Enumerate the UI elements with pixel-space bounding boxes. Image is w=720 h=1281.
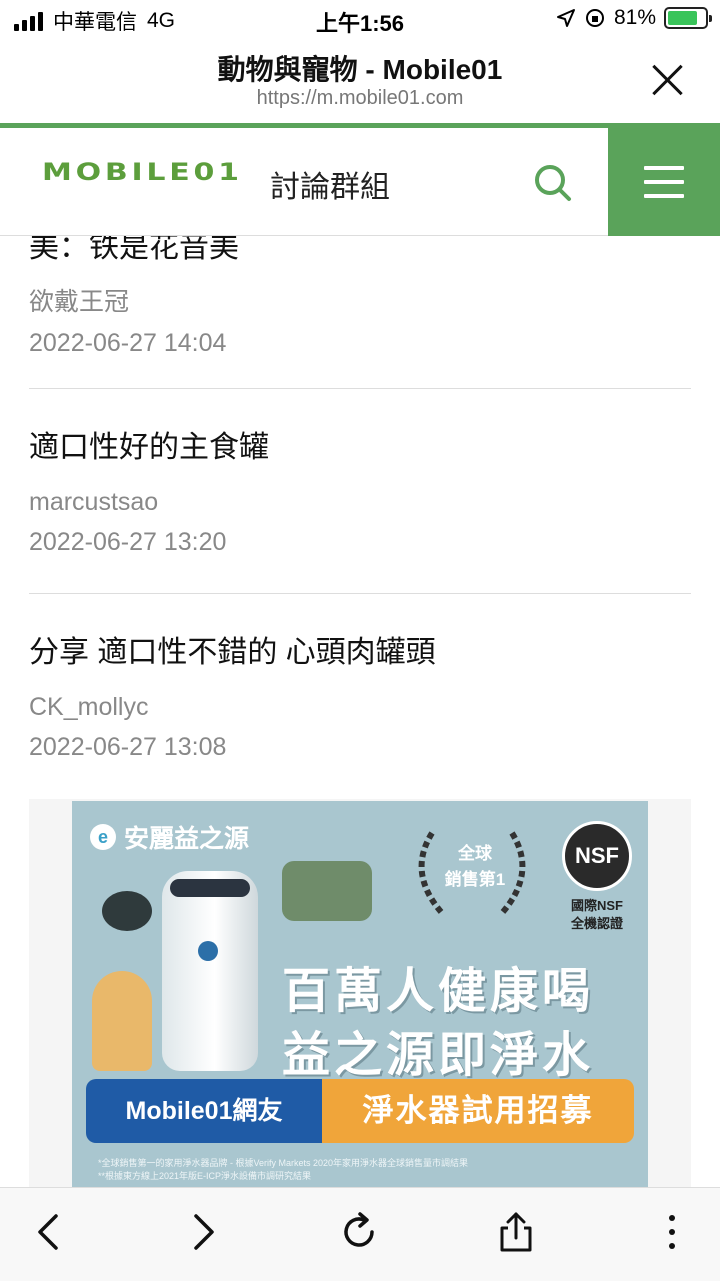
list-item[interactable]: 美：铁是花音美 (29, 236, 691, 266)
ad-banner[interactable]: e 安麗益之源 全球 銷售第1 NSF 國際NSF 全機認證 百萬人健康喝 益之… (72, 801, 648, 1187)
site-logo[interactable]: MOBILE01 (42, 158, 239, 186)
post-date: 2022-06-27 14:04 (29, 329, 227, 357)
orientation-lock-icon (585, 9, 604, 27)
status-bar: 中華電信 4G 上午1:56 81% (0, 0, 720, 40)
url-bar: 動物與寵物 - Mobile01 https://m.mobile01.com (0, 40, 720, 124)
brand-logo-icon: e (90, 824, 116, 850)
nsf-caption: 國際NSF 全機認證 (570, 898, 623, 931)
ad-fine-print-1: *全球銷售第一的家用淨水器品牌 - 根據Verify Markets 2020年… (98, 1158, 469, 1168)
ad-laurel-text: 全球 銷售第1 (444, 844, 506, 889)
post-title[interactable]: 適口性好的主食罐 (29, 422, 691, 466)
ad-headline-2: 益之源即淨水 (282, 1029, 595, 1082)
people-illustration (92, 971, 152, 1071)
post-title[interactable]: 分享 適口性不錯的 心頭肉罐頭 (29, 627, 691, 671)
page-title: 動物與寵物 - Mobile01 (217, 54, 503, 85)
divider (29, 388, 691, 389)
hamburger-icon-bar (644, 180, 684, 184)
hamburger-icon-bar (644, 194, 684, 198)
post-author[interactable]: 欲戴王冠 (29, 282, 691, 318)
ad-brand-name: 安麗益之源 (124, 825, 250, 853)
list-item[interactable]: 分享 適口性不錯的 心頭肉罐頭 CK_mollyc 2022-06-27 13:… (29, 627, 691, 762)
section-title[interactable]: 討論群組 (270, 162, 390, 206)
browser-toolbar (0, 1187, 720, 1281)
ad-banner-right: 淨水器試用招募 (322, 1079, 634, 1143)
more-icon[interactable] (650, 1210, 694, 1254)
site-header: MOBILE01 討論群組 (0, 128, 720, 236)
pet-illustration (102, 891, 152, 931)
divider (29, 593, 691, 594)
list-item-meta: 欲戴王冠 2022-06-27 14:04 (29, 282, 691, 358)
close-icon[interactable] (650, 62, 686, 98)
reload-icon[interactable] (338, 1210, 382, 1254)
ad-fine-print-2: **根據東方線上2021年版E-ICP淨水設備市調研究結果 (98, 1171, 312, 1181)
search-icon[interactable] (530, 160, 574, 204)
location-icon (556, 9, 575, 27)
nsf-badge: NSF (562, 821, 632, 891)
water-purifier-image (162, 871, 258, 1071)
forward-icon[interactable] (182, 1210, 226, 1254)
menu-button[interactable] (608, 128, 720, 236)
post-list: 美：铁是花音美 欲戴王冠 2022-06-27 14:04 適口性好的主食罐 m… (0, 236, 720, 1187)
share-icon[interactable] (494, 1210, 538, 1254)
ad-container: e 安麗益之源 全球 銷售第1 NSF 國際NSF 全機認證 百萬人健康喝 益之… (29, 799, 691, 1187)
battery-percent: 81% (613, 6, 656, 29)
ad-banner-left: Mobile01網友 (86, 1079, 322, 1143)
ad-headline-1: 百萬人健康喝 (282, 965, 595, 1018)
status-right: 81% (556, 6, 712, 30)
hamburger-icon (644, 166, 684, 170)
ad-brand: e 安麗益之源 (90, 819, 249, 855)
battery-fill (668, 11, 698, 25)
post-date: 2022-06-27 13:08 (29, 733, 227, 761)
post-title[interactable]: 美：铁是花音美 (29, 236, 691, 266)
post-author[interactable]: CK_mollyc (29, 693, 691, 722)
back-icon[interactable] (26, 1210, 70, 1254)
post-author[interactable]: marcustsao (29, 488, 691, 517)
battery-icon (664, 7, 712, 29)
ad-fine-print: *全球銷售第一的家用淨水器品牌 - 根據Verify Markets 2020年… (98, 1157, 638, 1183)
post-date: 2022-06-27 13:20 (29, 528, 227, 556)
logo-text: MOBILE01 (42, 158, 243, 186)
list-item[interactable]: 適口性好的主食罐 marcustsao 2022-06-27 13:20 (29, 422, 691, 557)
person-illustration (282, 861, 372, 921)
page-url[interactable]: https://m.mobile01.com (0, 87, 720, 110)
